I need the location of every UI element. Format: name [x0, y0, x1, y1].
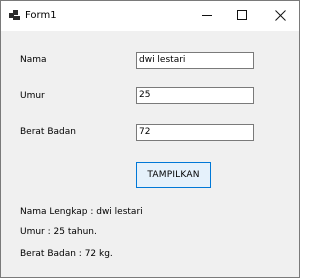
output-berat-badan: Berat Badan : 72 kg. — [20, 249, 113, 259]
app-icon — [9, 10, 20, 21]
tampilkan-button[interactable]: TAMPILKAN — [136, 162, 211, 188]
berat-badan-input[interactable] — [136, 124, 254, 141]
maximize-button[interactable] — [224, 1, 260, 31]
umur-label: Umur — [20, 91, 45, 101]
output-umur: Umur : 25 tahun. — [20, 227, 97, 237]
umur-input[interactable] — [136, 87, 254, 104]
output-nama-lengkap: Nama Lengkap : dwi lestari — [20, 207, 143, 217]
title-bar[interactable]: Form1 — [1, 1, 299, 31]
form-window: Form1 Nama Umur Berat Badan TAMPILKAN Na… — [0, 0, 300, 278]
close-button[interactable] — [263, 1, 299, 31]
nama-input[interactable] — [136, 52, 254, 69]
berat-badan-label: Berat Badan — [20, 127, 76, 137]
window-title: Form1 — [25, 10, 57, 21]
minimize-button[interactable] — [189, 1, 225, 31]
close-icon — [275, 10, 286, 21]
minimize-icon — [202, 15, 212, 16]
nama-label: Nama — [20, 55, 47, 65]
maximize-icon — [237, 10, 247, 20]
